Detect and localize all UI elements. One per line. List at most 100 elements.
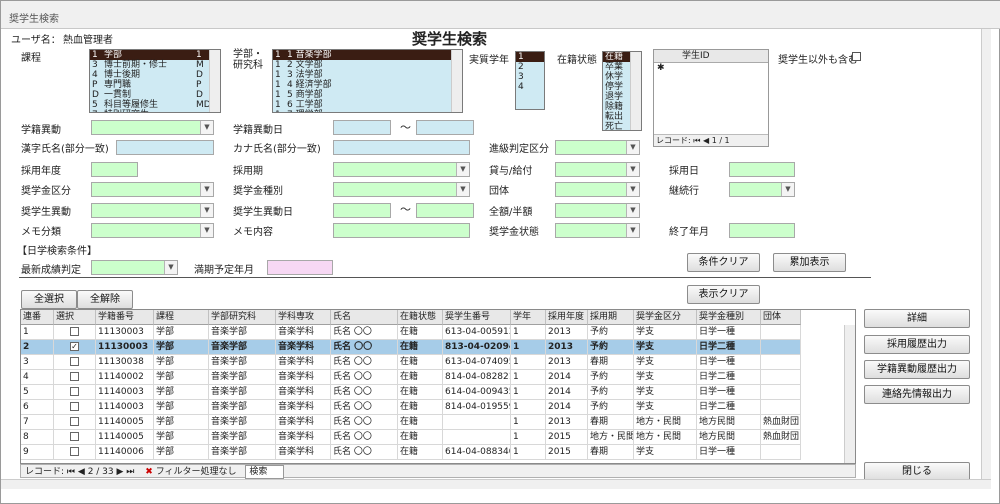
- include-other-checkbox[interactable]: [852, 52, 861, 61]
- table-row[interactable]: 5 11140003 学部 音楽学部 音楽学科 氏名 〇〇 在籍 614-04-009435 1…: [21, 385, 855, 400]
- student-id-header[interactable]: 学生ID: [654, 50, 768, 63]
- table-cell[interactable]: 地方民間: [697, 430, 761, 445]
- faculty-list-item[interactable]: 16 工学部: [273, 100, 462, 110]
- table-cell[interactable]: 2014: [546, 400, 588, 415]
- table-cell[interactable]: 地方・民間: [634, 430, 697, 445]
- table-cell[interactable]: 日学二種: [697, 400, 761, 415]
- table-cell[interactable]: 日学一種: [697, 385, 761, 400]
- table-cell[interactable]: [761, 385, 801, 400]
- table-cell[interactable]: 日学二種: [697, 340, 761, 355]
- grid-header-cell[interactable]: 団体: [761, 310, 801, 325]
- table-cell[interactable]: 春期: [588, 415, 634, 430]
- checkbox[interactable]: [70, 387, 79, 396]
- table-cell[interactable]: 5: [21, 385, 54, 400]
- grid-header-cell[interactable]: 選択: [54, 310, 96, 325]
- table-row[interactable]: 7 11140005 学部 音楽学部 音楽学科 氏名 〇〇 在籍 1 2013 春期 地方・民間 地方…: [21, 415, 855, 430]
- status-list[interactable]: 在籍 卒業 休学 停学 退学 除籍 転出 死亡: [602, 51, 642, 131]
- select-checkbox[interactable]: [54, 325, 96, 340]
- table-row[interactable]: 9 11140006 学部 音楽学部 音楽学科 氏名 〇〇 在籍 614-04-088340 1…: [21, 445, 855, 460]
- grade-list-item[interactable]: 1: [516, 52, 544, 62]
- status-scrollbar[interactable]: [630, 52, 641, 130]
- table-cell[interactable]: 8: [21, 430, 54, 445]
- table-cell[interactable]: 1: [511, 400, 546, 415]
- table-cell[interactable]: [761, 340, 801, 355]
- table-cell[interactable]: 11140003: [96, 400, 154, 415]
- table-cell[interactable]: 音楽学科: [276, 430, 331, 445]
- chevron-down-icon[interactable]: ▼: [626, 141, 639, 154]
- sch-date-from[interactable]: [333, 203, 391, 218]
- faculty-list-item[interactable]: 1 2 文学部: [273, 60, 462, 70]
- next-record-icon[interactable]: ▶: [117, 467, 127, 477]
- tab-search[interactable]: 奨学生検索: [9, 10, 59, 25]
- table-cell[interactable]: 氏名 〇〇: [331, 430, 398, 445]
- table-cell[interactable]: 氏名 〇〇: [331, 340, 398, 355]
- grid-header-cell[interactable]: 学科専攻: [276, 310, 331, 325]
- grade-list-item[interactable]: 3: [516, 72, 544, 82]
- table-cell[interactable]: 在籍: [398, 370, 443, 385]
- table-cell[interactable]: 1: [511, 325, 546, 340]
- page-vscroll[interactable]: [981, 29, 991, 479]
- table-row[interactable]: 6 11140003 学部 音楽学部 音楽学科 氏名 〇〇 在籍 814-04-019559 1…: [21, 400, 855, 415]
- table-cell[interactable]: 氏名 〇〇: [331, 325, 398, 340]
- select-all-button[interactable]: 全選択: [21, 290, 77, 309]
- gakuseki-date-from[interactable]: [333, 120, 391, 135]
- table-cell[interactable]: 学支: [634, 325, 697, 340]
- table-cell[interactable]: 予約: [588, 385, 634, 400]
- select-checkbox[interactable]: [54, 445, 96, 460]
- table-row[interactable]: 2 ✓ 11130003学部音楽学部音楽学科氏名 〇〇在籍813-04-020944…: [21, 340, 855, 355]
- table-cell[interactable]: [443, 415, 511, 430]
- table-cell[interactable]: 4: [21, 370, 54, 385]
- table-cell[interactable]: 2014: [546, 385, 588, 400]
- sch-type-combo[interactable]: ▼: [333, 182, 470, 197]
- checkbox[interactable]: [70, 357, 79, 366]
- nav-record-pos[interactable]: 2 / 33: [88, 467, 114, 477]
- select-checkbox[interactable]: [54, 355, 96, 370]
- table-cell[interactable]: 613-04-005913: [443, 325, 511, 340]
- table-cell[interactable]: 814-04-019559: [443, 400, 511, 415]
- table-cell[interactable]: 814-04-082821: [443, 370, 511, 385]
- grid-header-cell[interactable]: 採用期: [588, 310, 634, 325]
- table-cell[interactable]: 学部: [154, 385, 209, 400]
- full-half-combo[interactable]: ▼: [555, 203, 640, 218]
- table-cell[interactable]: 在籍: [398, 445, 443, 460]
- grid-header-cell[interactable]: 採用年度: [546, 310, 588, 325]
- table-cell[interactable]: 1: [511, 370, 546, 385]
- table-cell[interactable]: 11140005: [96, 430, 154, 445]
- select-checkbox[interactable]: [54, 370, 96, 385]
- table-cell[interactable]: 日学一種: [697, 325, 761, 340]
- table-row[interactable]: 3 11130038 学部 音楽学部 音楽学科 氏名 〇〇 在籍 613-04-074095 1…: [21, 355, 855, 370]
- chevron-down-icon[interactable]: ▼: [781, 183, 794, 196]
- kanji-name-input[interactable]: [116, 140, 214, 155]
- chevron-down-icon[interactable]: ▼: [200, 204, 213, 217]
- chevron-down-icon[interactable]: ▼: [200, 121, 213, 134]
- table-cell[interactable]: 音楽学科: [276, 415, 331, 430]
- table-cell[interactable]: 学支: [634, 445, 697, 460]
- table-cell[interactable]: 音楽学科: [276, 445, 331, 460]
- table-cell[interactable]: 2014: [546, 370, 588, 385]
- nav-search[interactable]: 検索: [245, 465, 285, 479]
- course-list-item[interactable]: 3 博士前期・修士 M: [90, 60, 220, 70]
- promotion-combo[interactable]: ▼: [555, 140, 640, 155]
- select-checkbox[interactable]: [54, 430, 96, 445]
- table-cell[interactable]: 予約: [588, 340, 634, 355]
- table-cell[interactable]: 氏名 〇〇: [331, 385, 398, 400]
- table-cell[interactable]: 学部: [154, 355, 209, 370]
- table-cell[interactable]: 11140005: [96, 415, 154, 430]
- table-cell[interactable]: 11140002: [96, 370, 154, 385]
- checkbox[interactable]: [70, 432, 79, 441]
- table-cell[interactable]: 学支: [634, 400, 697, 415]
- checkbox[interactable]: [70, 402, 79, 411]
- table-cell[interactable]: 地方・民間: [634, 415, 697, 430]
- chevron-down-icon[interactable]: ▼: [626, 224, 639, 237]
- last-record-icon[interactable]: ⏭: [126, 467, 134, 477]
- page-hscroll[interactable]: [1, 479, 991, 489]
- table-cell[interactable]: 学支: [634, 355, 697, 370]
- faculty-scrollbar[interactable]: [451, 50, 462, 112]
- expected-end-input[interactable]: [267, 260, 333, 275]
- select-checkbox[interactable]: [54, 385, 96, 400]
- checkbox[interactable]: ✓: [70, 342, 79, 351]
- table-cell[interactable]: 音楽学部: [209, 355, 276, 370]
- table-cell[interactable]: 音楽学科: [276, 325, 331, 340]
- grid-header-cell[interactable]: 連番: [21, 310, 54, 325]
- table-cell[interactable]: 613-04-074095: [443, 355, 511, 370]
